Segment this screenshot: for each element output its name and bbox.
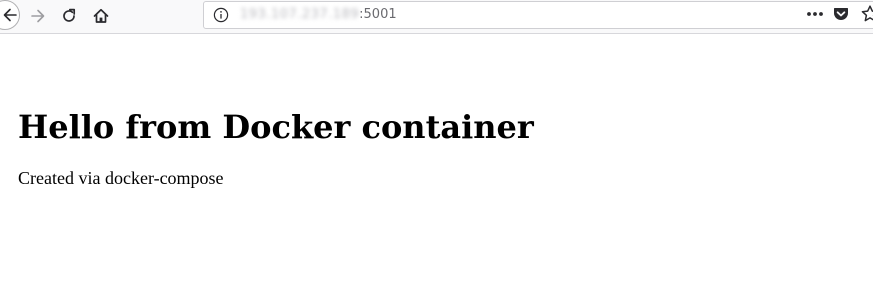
page-heading: Hello from Docker container (18, 108, 534, 146)
reload-icon (63, 8, 76, 22)
url-text[interactable]: 193.107.237.189:5001 (240, 7, 397, 23)
page-paragraph: Created via docker-compose (18, 168, 224, 188)
pocket-button[interactable] (832, 5, 850, 23)
arrow-right-icon (31, 9, 45, 23)
bookmark-star-button[interactable] (860, 4, 873, 24)
more-icon (807, 12, 823, 16)
page-content: Hello from Docker container Created via … (0, 35, 873, 306)
browser-toolbar: 193.107.237.189:5001 (0, 0, 873, 34)
url-host: 193.107.237.189 (240, 7, 360, 22)
url-port: :5001 (359, 7, 397, 22)
info-icon[interactable] (213, 7, 229, 23)
forward-button[interactable] (24, 2, 52, 30)
home-icon (93, 8, 109, 23)
page-actions-button[interactable] (804, 5, 826, 23)
home-button[interactable] (87, 2, 115, 30)
pocket-icon (834, 8, 848, 20)
star-icon (861, 5, 873, 22)
arrow-left-icon (3, 8, 17, 22)
back-button[interactable] (0, 0, 20, 30)
reload-button[interactable] (55, 2, 83, 30)
url-bar[interactable]: 193.107.237.189:5001 (203, 1, 873, 29)
